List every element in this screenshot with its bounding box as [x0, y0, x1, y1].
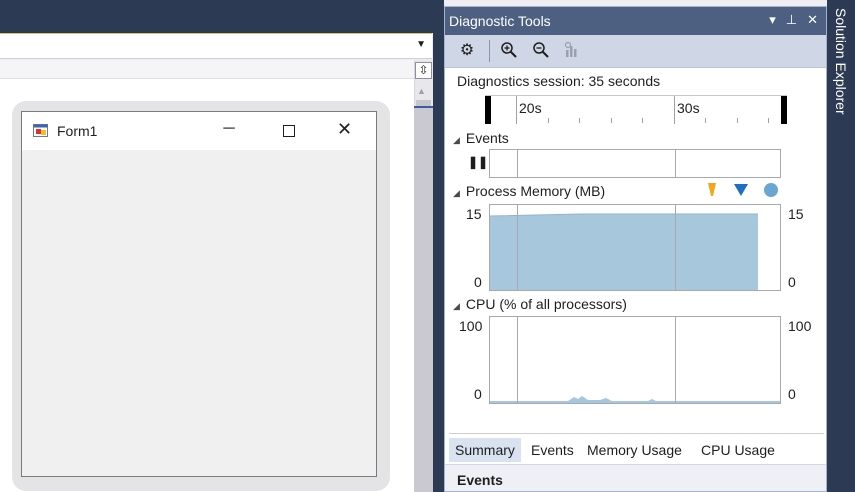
tab-events[interactable]: Events [525, 438, 580, 462]
settings-gear-icon[interactable]: ⚙ [457, 41, 477, 61]
form-title: Form1 [57, 123, 98, 139]
ruler-major-tick [674, 96, 675, 124]
summary-events-panel: Events [445, 464, 826, 491]
snapshot-marker-icon [734, 184, 748, 196]
ruler-minor-tick [737, 118, 738, 123]
memory-area-series [490, 213, 758, 290]
detail-tabs: Summary Events Memory Usage CPU Usage [449, 433, 824, 464]
member-dropdown[interactable]: ▼ [0, 33, 432, 59]
collapse-arrow-icon[interactable]: ◢ [453, 188, 460, 198]
memory-header-label: Process Memory (MB) [465, 183, 606, 199]
collapse-arrow-icon[interactable]: ◢ [453, 135, 460, 145]
summary-events-header: Events [457, 472, 503, 488]
ruler-major-tick [516, 96, 517, 124]
gridline [675, 150, 676, 177]
session-duration: Diagnostics session: 35 seconds [457, 73, 661, 89]
close-icon[interactable]: ✕ [337, 119, 352, 140]
reset-zoom-icon[interactable] [562, 41, 582, 61]
tab-cpu-usage[interactable]: CPU Usage [695, 438, 781, 462]
selection-handle-left[interactable] [485, 96, 491, 124]
zoom-out-icon[interactable] [531, 41, 551, 61]
close-icon[interactable]: ✕ [807, 12, 818, 27]
document-tab-strip [0, 0, 443, 33]
solution-explorer-tab[interactable]: Solution Explorer [827, 0, 855, 492]
toolbar-separator [489, 40, 490, 62]
solution-explorer-label: Solution Explorer [833, 8, 849, 115]
events-section-header[interactable]: ◢ Events [453, 130, 509, 146]
form-app-icon [33, 124, 48, 137]
events-header-label: Events [465, 130, 509, 146]
gridline [517, 205, 518, 290]
memory-section-header[interactable]: ◢ Process Memory (MB) [453, 183, 605, 199]
zoom-in-icon[interactable] [499, 41, 519, 61]
cpu-axis-bottom-right: 0 [788, 386, 796, 402]
gc-marker-icon [708, 183, 716, 196]
gridline [675, 205, 676, 290]
gridline [517, 317, 518, 403]
ruler-label-30s: 30s [677, 100, 700, 116]
cpu-chart[interactable] [489, 316, 781, 404]
gridline [517, 150, 518, 177]
memory-chart[interactable] [489, 204, 781, 291]
scrollbar-track[interactable] [414, 108, 433, 492]
cpu-axis-bottom-left: 0 [474, 386, 482, 402]
pane-title: Diagnostic Tools [449, 13, 551, 29]
diagnostic-tools-pane: Diagnostic Tools ▾ ⊥ ✕ ⚙ Diagnostics sessi… [444, 6, 827, 492]
split-window-icon[interactable]: ⇳ [415, 62, 432, 79]
ruler-label-20s: 20s [519, 100, 542, 116]
peak-marker-icon [764, 183, 778, 197]
cpu-axis-top-left: 100 [459, 318, 483, 334]
pin-icon[interactable]: ⊥ [786, 12, 797, 27]
scroll-up-arrow-icon[interactable]: ▲ [417, 86, 426, 96]
pane-window-controls: ▾ ⊥ ✕ [759, 12, 818, 28]
minimize-icon[interactable]: ─ [222, 120, 236, 138]
cpu-axis-top-right: 100 [788, 318, 812, 334]
maximize-icon[interactable] [283, 125, 295, 137]
ruler-minor-tick [642, 118, 643, 123]
events-track[interactable] [489, 149, 781, 178]
window-divider [433, 0, 444, 492]
ruler-minor-tick [611, 118, 612, 123]
ruler-minor-tick [579, 118, 580, 123]
ruler-minor-tick [705, 118, 706, 123]
selection-handle-right[interactable] [781, 96, 787, 124]
cpu-section-header[interactable]: ◢ CPU (% of all processors) [453, 296, 627, 312]
cpu-header-label: CPU (% of all processors) [465, 296, 627, 312]
ruler-minor-tick [548, 118, 549, 123]
cpu-area-series [490, 396, 780, 403]
form-window[interactable]: Form1 ─ ✕ [21, 111, 377, 477]
memory-axis-top-left: 15 [466, 206, 482, 222]
collapse-arrow-icon[interactable]: ◢ [453, 301, 460, 311]
tab-memory-usage[interactable]: Memory Usage [581, 438, 688, 462]
diagnostic-toolbar: ⚙ [445, 35, 826, 68]
memory-axis-bottom-right: 0 [788, 274, 796, 290]
tab-summary[interactable]: Summary [449, 438, 521, 462]
designer-subbar [0, 60, 414, 79]
dropdown-icon[interactable]: ▾ [769, 12, 776, 27]
timeline-ruler[interactable]: 20s 30s [485, 95, 787, 124]
form-titlebar[interactable]: Form1 ─ ✕ [22, 112, 376, 150]
memory-axis-top-right: 15 [788, 206, 804, 222]
gridline [675, 317, 676, 403]
pane-titlebar[interactable]: Diagnostic Tools ▾ ⊥ ✕ [445, 7, 826, 35]
pause-icon[interactable]: ❚❚ [468, 155, 488, 169]
memory-axis-bottom-left: 0 [474, 274, 482, 290]
chevron-down-icon[interactable]: ▼ [416, 39, 426, 50]
ruler-minor-tick [768, 118, 769, 123]
